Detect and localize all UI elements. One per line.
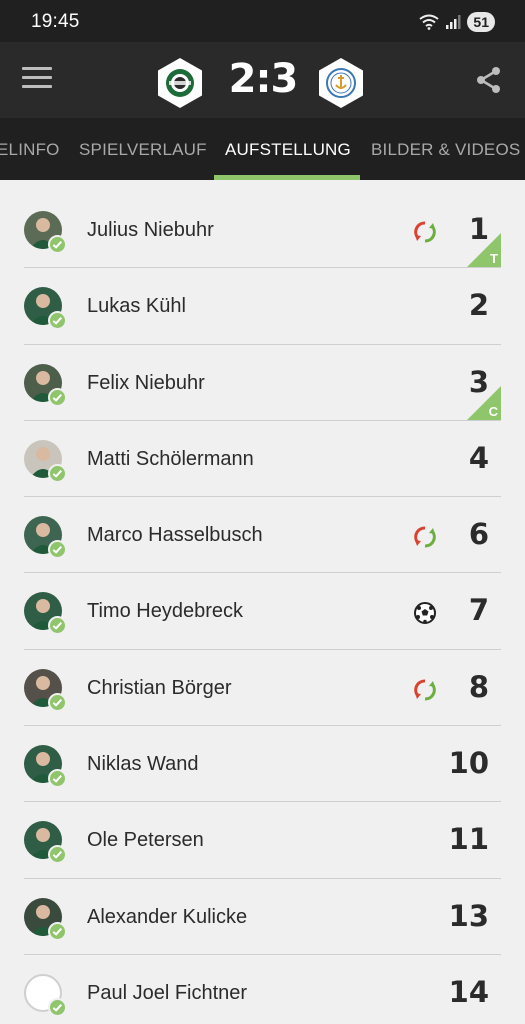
tab-aufstellung[interactable]: AUFSTELLUNG: [225, 140, 351, 160]
player-name: Ole Petersen: [87, 829, 204, 852]
status-bar: 19:45 51: [0, 0, 525, 42]
check-icon: [48, 463, 67, 483]
check-icon: [48, 769, 67, 789]
check-icon: [48, 692, 67, 712]
player-name: Christian Börger: [87, 676, 232, 699]
role-badge-letter: C: [488, 403, 498, 419]
player-number: 7: [468, 593, 489, 628]
menu-icon[interactable]: [22, 67, 52, 91]
status-time: 19:45: [31, 11, 80, 32]
player-row[interactable]: Matti Schölermann 4: [24, 421, 501, 498]
player-number: 14: [448, 974, 489, 1009]
player-name: Julius Niebuhr: [87, 219, 214, 241]
player-name: Lukas Kühl: [87, 295, 186, 318]
substitution-icon: [413, 220, 437, 244]
player-row[interactable]: Christian Börger 8: [24, 650, 501, 727]
check-icon: [48, 235, 67, 254]
player-number: 13: [448, 898, 489, 933]
check-icon: [48, 387, 67, 407]
wifi-icon: [419, 14, 440, 30]
ball-icon: [413, 601, 437, 625]
player-row[interactable]: Paul Joel Fichtner 14: [24, 955, 501, 1024]
player-name: Niklas Wand: [87, 753, 199, 776]
substitution-icon: [413, 678, 437, 702]
active-tab-indicator: [214, 175, 360, 180]
match-score: 2:3: [228, 56, 299, 102]
check-icon: [48, 921, 67, 941]
player-name: Marco Hasselbusch: [87, 524, 263, 547]
role-badge: T: [467, 233, 501, 268]
player-number: 10: [448, 746, 489, 781]
player-row[interactable]: Lukas Kühl 2: [24, 268, 501, 345]
player-number: 8: [468, 669, 489, 704]
player-row[interactable]: Julius Niebuhr 1 T: [24, 192, 501, 269]
check-icon: [48, 616, 67, 636]
tab-bilder-videos[interactable]: BILDER & VIDEOS: [371, 140, 520, 160]
role-badge-letter: T: [490, 251, 498, 267]
signal-icon: [446, 15, 461, 29]
lineup-list: Julius Niebuhr 1 T Lukas Kühl 2 Felix Niebuhr…: [24, 192, 501, 1024]
tab-spielverlauf[interactable]: SPIELVERLAUF: [79, 140, 207, 160]
player-number: 4: [468, 440, 489, 475]
player-row[interactable]: Alexander Kulicke 13: [24, 879, 501, 955]
player-name: Paul Joel Fichtner: [87, 981, 248, 1004]
check-icon: [48, 540, 67, 560]
player-number: 11: [448, 822, 489, 857]
player-name: Timo Heydebreck: [87, 600, 243, 623]
player-number: 2: [468, 288, 489, 323]
player-name: Alexander Kulicke: [87, 905, 248, 928]
role-badge: C: [467, 385, 501, 420]
home-team-logo[interactable]: [156, 57, 204, 109]
app-bar: 2:3: [0, 42, 525, 118]
check-icon: [48, 311, 67, 331]
battery-indicator: 51: [467, 12, 495, 32]
check-icon: [48, 845, 67, 865]
player-row[interactable]: Felix Niebuhr 3 C: [24, 345, 501, 421]
player-number: 6: [468, 517, 489, 552]
away-team-logo[interactable]: [317, 57, 365, 109]
status-icons: 51: [419, 12, 495, 32]
tab-bar: ELINFO SPIELVERLAUF AUFSTELLUNG BILDER &…: [0, 118, 525, 180]
player-name: Felix Niebuhr: [87, 371, 205, 394]
player-name: Matti Schölermann: [87, 447, 254, 470]
player-row[interactable]: Timo Heydebreck 7: [24, 573, 501, 650]
player-row[interactable]: Marco Hasselbusch 6: [24, 497, 501, 574]
substitution-icon: [413, 525, 437, 549]
player-row[interactable]: Niklas Wand 10: [24, 726, 501, 803]
share-icon[interactable]: [475, 66, 503, 94]
check-icon: [48, 997, 67, 1017]
tab-info[interactable]: ELINFO: [0, 140, 60, 160]
player-row[interactable]: Ole Petersen 11: [24, 802, 501, 879]
